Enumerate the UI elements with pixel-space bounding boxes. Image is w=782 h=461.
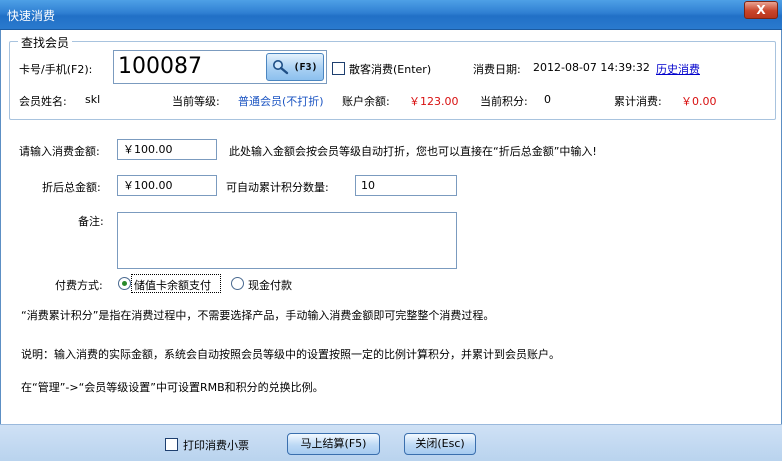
walk-in-label[interactable]: 散客消费(Enter) (349, 61, 431, 77)
member-name-label: 会员姓名: (19, 95, 67, 108)
amount-hint: 此处输入金额会按会员等级自动打折，您也可以直接在“折后总金额”中输入! (229, 145, 597, 158)
pay-cash-label[interactable]: 现金付款 (248, 277, 292, 293)
note-line-3: 在“管理”->“会员等级设置”中可设置RMB和积分的兑换比例。 (21, 381, 324, 394)
footer-bar: 打印消费小票 马上结算(F5) 关闭(Esc) (0, 424, 782, 461)
search-button-label: (F3) (293, 61, 318, 73)
checkout-button[interactable]: 马上结算(F5) (287, 433, 380, 455)
auto-points-label: 可自动累计积分数量: (226, 181, 329, 194)
walk-in-checkbox[interactable] (332, 62, 345, 75)
auto-points-input[interactable]: 10 (355, 175, 457, 196)
magnifier-icon (273, 60, 289, 75)
card-label: 卡号/手机(F2): (19, 63, 93, 76)
close-button[interactable]: 关闭(Esc) (404, 433, 476, 455)
amount-label: 请输入消费金额: (19, 145, 100, 158)
date-label: 消费日期: (473, 63, 521, 76)
member-search-legend: 查找会员 (18, 34, 73, 51)
points-label: 当前积分: (480, 95, 528, 108)
history-link[interactable]: 历史消费 (656, 61, 700, 77)
note-line-2: 说明：输入消费的实际金额，系统会自动按照会员等级中的设置按照一定的比例计算积分，… (21, 348, 560, 361)
window-title: 快速消费 (7, 9, 56, 23)
discount-label: 折后总金额: (42, 181, 101, 194)
points-value: 0 (544, 93, 551, 106)
print-receipt-checkbox[interactable] (165, 438, 178, 451)
pay-stored-value-label[interactable]: 储值卡余额支付 (134, 277, 211, 293)
pay-stored-value-radio[interactable] (118, 277, 131, 290)
member-name-value: skl (85, 93, 101, 106)
amount-input[interactable]: ￥100.00 (117, 139, 217, 160)
title-bar: 快速消费 X (0, 0, 782, 30)
window-close-button[interactable]: X (744, 1, 778, 19)
print-receipt-label[interactable]: 打印消费小票 (183, 437, 249, 453)
balance-value: ￥123.00 (409, 95, 459, 108)
date-value: 2012-08-07 14:39:32 (533, 61, 650, 74)
balance-label: 账户余额: (342, 95, 390, 108)
dialog-body: 查找会员 卡号/手机(F2): 100087 (F3) 散客消费(Enter) … (0, 30, 782, 461)
pay-method-label: 付费方式: (55, 279, 103, 292)
note-line-1: “消费累计积分”是指在消费过程中，不需要选择产品，手动输入消费金额即可完整整个消… (21, 309, 495, 322)
remark-label: 备注: (78, 215, 104, 228)
search-member-button[interactable]: (F3) (266, 53, 324, 81)
level-label: 当前等级: (172, 95, 220, 108)
total-consumption-label: 累计消费: (614, 95, 662, 108)
total-consumption-value: ￥0.00 (681, 95, 717, 108)
discount-input[interactable]: ￥100.00 (117, 175, 217, 196)
remark-textarea[interactable] (117, 212, 457, 269)
pay-cash-radio[interactable] (231, 277, 244, 290)
level-value: 普通会员(不打折) (238, 95, 324, 108)
